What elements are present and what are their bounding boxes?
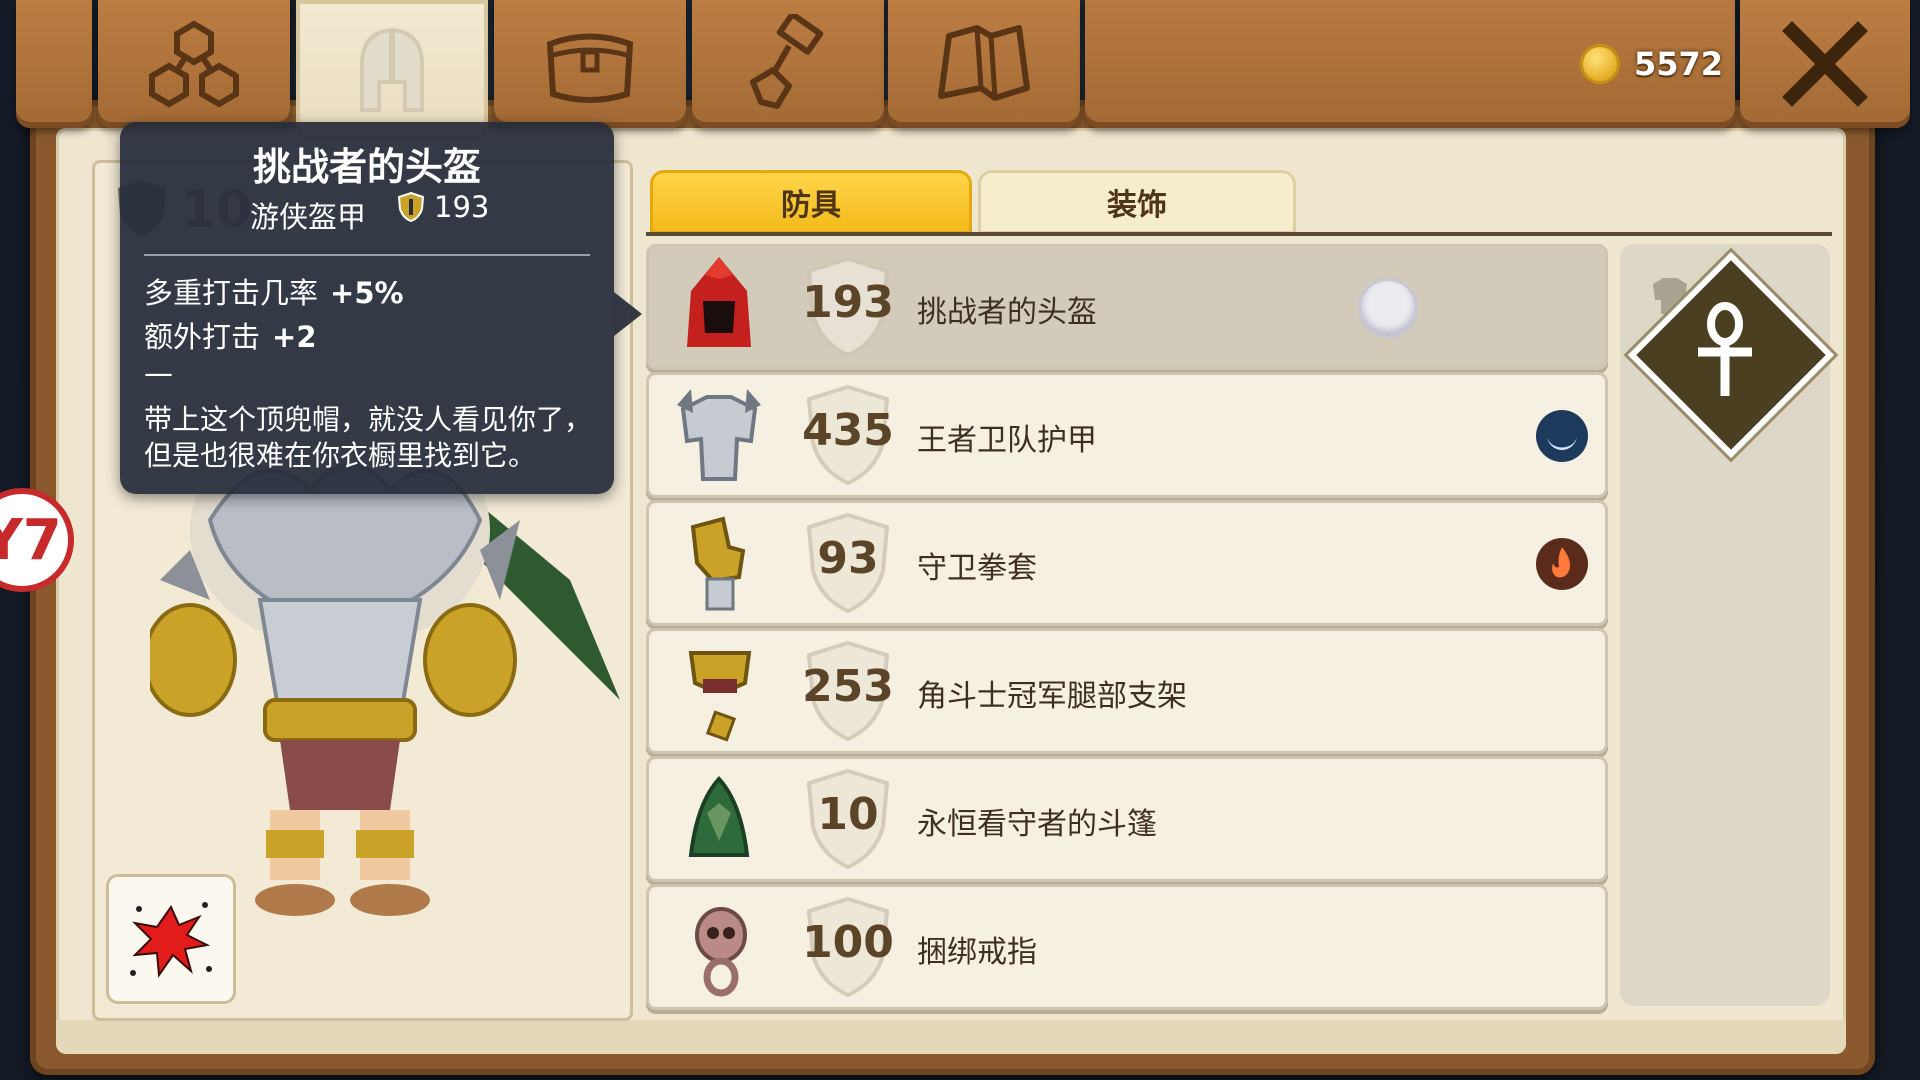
- tooltip-subtitle: 游侠盔甲: [250, 200, 367, 234]
- item-row-guard-gauntlets[interactable]: 93 守卫拳套: [646, 500, 1608, 626]
- item-power: 435: [802, 405, 894, 456]
- tab-hierarchy[interactable]: [98, 0, 290, 128]
- item-row-royal-guard-armor[interactable]: 435 王者卫队护甲: [646, 372, 1608, 498]
- item-power: 93: [817, 533, 879, 584]
- nav-tab-edge: [16, 0, 92, 128]
- helmet-icon: [360, 27, 424, 112]
- stat-label: 额外打击: [144, 320, 261, 354]
- tab-inventory[interactable]: [494, 0, 686, 128]
- gauntlet-icon: [690, 516, 746, 611]
- stat-value: +2: [272, 320, 317, 354]
- tooltip-divider: [144, 254, 590, 256]
- fire-enchant-icon: [1536, 538, 1588, 590]
- item-power: 253: [802, 661, 894, 712]
- item-power: 100: [802, 917, 894, 968]
- item-tooltip: 挑战者的头盔 游侠盔甲 193 多重打击几率 +5% 额外打击 +2 — 带上这个顶…: [120, 122, 642, 494]
- shield-icon: [397, 191, 425, 223]
- red-hood-icon: [687, 257, 751, 347]
- item-row-binding-ring[interactable]: 100 捆绑戒指: [646, 884, 1608, 1010]
- currency-display: 5572: [1580, 44, 1723, 84]
- side-badge-label: Y7: [0, 507, 62, 573]
- item-name: 王者卫队护甲: [917, 423, 1097, 458]
- skull-ring-icon: [695, 907, 747, 997]
- stat-value: +5%: [330, 276, 404, 310]
- hierarchy-icon: [149, 20, 239, 108]
- tooltip-description: 带上这个顶兜帽，就没人看见你了，但是也很难在你衣橱里找到它。: [144, 403, 593, 472]
- coin-icon: [1580, 44, 1620, 84]
- item-row-eternal-watcher-cloak[interactable]: 10 永恒看守者的斗篷: [646, 756, 1608, 882]
- tab-decoration[interactable]: 装饰: [978, 170, 1296, 234]
- map-icon: [938, 25, 1030, 101]
- tooltip-armor-value: 193: [434, 190, 490, 224]
- tab-underline: [646, 232, 1832, 236]
- hammer-icon: [750, 14, 824, 109]
- chest-icon: [546, 33, 634, 103]
- tooltip-stat-extra-strike: 额外打击 +2: [144, 314, 317, 356]
- top-tab-bar: 5572: [0, 0, 1920, 140]
- item-row-gladiator-leg-brace[interactable]: 253 角斗士冠军腿部支架: [646, 628, 1608, 754]
- close-button[interactable]: [1740, 0, 1910, 128]
- emote-slot[interactable]: [106, 874, 236, 1004]
- coin-amount: 5572: [1634, 45, 1724, 83]
- item-row-challenger-helmet[interactable]: 193 挑战者的头盔: [646, 244, 1608, 370]
- tooltip-armor: 193: [396, 190, 489, 224]
- cloak-icon: [688, 776, 750, 857]
- tab-armor[interactable]: 防具: [650, 170, 972, 234]
- tab-crafting[interactable]: [692, 0, 884, 128]
- leg-brace-icon: [688, 651, 752, 742]
- royal-armor-icon: [677, 389, 761, 481]
- ankh-icon: [1698, 302, 1752, 396]
- soul-enchant-icon: [1536, 410, 1588, 462]
- item-name: 角斗士冠军腿部支架: [917, 679, 1187, 714]
- item-power: 10: [817, 789, 879, 840]
- tooltip-stat-multistrike: 多重打击几率 +5%: [144, 270, 404, 312]
- close-icon: [1782, 21, 1868, 107]
- tooltip-title: 挑战者的头盔: [252, 145, 481, 189]
- item-name: 守卫拳套: [917, 551, 1037, 586]
- sheet-footer: [56, 1020, 1846, 1054]
- item-name: 永恒看守者的斗篷: [917, 807, 1157, 842]
- splat-emote-icon: [130, 902, 212, 978]
- item-name: 捆绑戒指: [917, 935, 1037, 970]
- item-name: 挑战者的头盔: [917, 295, 1097, 330]
- item-power: 193: [802, 277, 894, 328]
- selected-marker: [1361, 281, 1415, 335]
- stat-label: 多重打击几率: [144, 276, 319, 310]
- tooltip-dash: —: [144, 356, 173, 390]
- tab-map[interactable]: [888, 0, 1080, 128]
- tab-equipment[interactable]: [296, 0, 488, 140]
